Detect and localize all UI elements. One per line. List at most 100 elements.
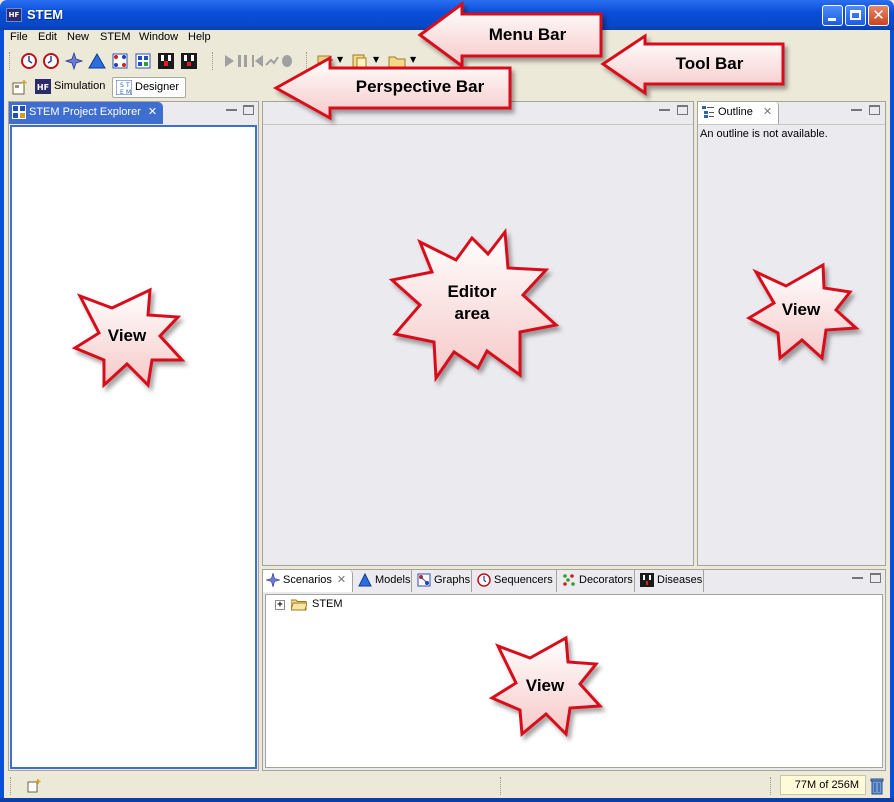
outline-message: An outline is not available. xyxy=(700,128,828,140)
minimize-view-icon[interactable] xyxy=(851,105,862,111)
new-real-time-sequencer-icon[interactable] xyxy=(42,52,60,70)
new-project-icon[interactable] xyxy=(316,52,334,70)
editor-tab-divider xyxy=(263,124,693,125)
outline-view: Outline ✕ An outline is not available. xyxy=(697,101,886,566)
perspective-designer[interactable]: STEM Designer xyxy=(112,77,187,98)
bottom-view-stack: Scenarios ✕ Models Graphs Sequencers Dec… xyxy=(262,569,886,771)
tab-graphs[interactable]: Graphs xyxy=(414,570,472,592)
scenario-star-icon xyxy=(266,573,280,587)
maximize-view-icon[interactable] xyxy=(869,105,880,115)
toolbar-separator xyxy=(212,52,214,70)
close-tab-icon[interactable]: ✕ xyxy=(336,574,347,585)
tab-decorators[interactable]: Decorators xyxy=(559,570,635,592)
outline-title: Outline xyxy=(718,106,753,118)
dropdown-arrow-icon[interactable]: ▼ xyxy=(337,55,343,64)
maximize-view-icon[interactable] xyxy=(243,105,254,115)
left-view-label: View xyxy=(107,326,147,345)
maximize-editor-icon[interactable] xyxy=(677,105,688,115)
menu-help[interactable]: Help xyxy=(188,31,211,43)
close-tab-icon[interactable]: ✕ xyxy=(147,106,158,117)
folder-icon xyxy=(291,599,307,611)
clock-icon xyxy=(477,573,491,587)
perspective-label: Simulation xyxy=(54,80,106,92)
dropdown-arrow-icon[interactable]: ▼ xyxy=(410,55,416,64)
title-bar[interactable]: HF STEM ✕ xyxy=(0,0,894,30)
model-triangle-icon xyxy=(358,573,372,587)
stop-icon[interactable] xyxy=(278,52,296,70)
disease-icon xyxy=(640,573,654,587)
maximize-button[interactable] xyxy=(845,5,866,26)
svg-text:M: M xyxy=(126,89,131,95)
editor-area[interactable] xyxy=(262,101,694,566)
status-grip xyxy=(500,777,502,795)
svg-text:T: T xyxy=(125,82,130,89)
menu-file[interactable]: File xyxy=(10,31,28,43)
window-frame-bottom xyxy=(0,798,894,802)
outline-icon xyxy=(702,106,714,118)
tab-label: Scenarios xyxy=(283,574,332,586)
window-frame-left xyxy=(0,30,4,798)
right-view-label: View xyxy=(781,300,821,319)
new-disease-icon[interactable] xyxy=(180,52,198,70)
project-explorer-content[interactable] xyxy=(10,125,257,769)
status-bar: 77M of 256M xyxy=(4,774,890,798)
window-frame-right xyxy=(890,30,894,798)
svg-text:E: E xyxy=(120,89,124,95)
svg-text:S: S xyxy=(120,82,124,89)
menu-edit[interactable]: Edit xyxy=(38,31,57,43)
minimize-editor-icon[interactable] xyxy=(659,105,670,111)
new-wizard-icon[interactable] xyxy=(351,52,369,70)
tab-label: Decorators xyxy=(579,574,633,586)
tool-bar-callout-label: Tool Bar xyxy=(675,54,744,73)
menu-window[interactable]: Window xyxy=(139,31,178,43)
close-icon: ✕ xyxy=(872,6,885,24)
project-explorer-title: STEM Project Explorer xyxy=(29,106,141,118)
tab-scenarios[interactable]: Scenarios ✕ xyxy=(263,570,353,592)
svg-text:HF: HF xyxy=(37,83,49,92)
tab-diseases[interactable]: Diseases xyxy=(637,570,704,592)
stem-app-icon: HF xyxy=(6,8,22,22)
new-model-icon[interactable] xyxy=(88,52,106,70)
tab-models[interactable]: Models xyxy=(355,570,412,592)
new-sequencer-icon[interactable] xyxy=(20,52,38,70)
new-disease-model-icon[interactable] xyxy=(157,52,175,70)
tree-item-stem[interactable]: STEM xyxy=(312,598,343,610)
minimize-button[interactable] xyxy=(822,5,843,26)
status-grip xyxy=(770,777,772,795)
tab-label: Graphs xyxy=(434,574,471,586)
new-decorator-icon[interactable] xyxy=(134,52,152,70)
toolbar-grip[interactable] xyxy=(9,52,11,70)
project-explorer-view: STEM Project Explorer ✕ xyxy=(8,101,259,771)
perspective-simulation[interactable]: HF Simulation xyxy=(32,77,111,98)
dropdown-arrow-icon[interactable]: ▼ xyxy=(373,55,379,64)
decorator-dots-icon xyxy=(563,574,575,586)
tab-label: Sequencers xyxy=(494,574,553,586)
maximize-view-icon[interactable] xyxy=(870,573,881,583)
menu-stem[interactable]: STEM xyxy=(100,31,131,43)
menu-new[interactable]: New xyxy=(67,31,89,43)
menu-bar-callout-label: Menu Bar xyxy=(488,25,567,44)
tab-project-explorer[interactable]: STEM Project Explorer ✕ xyxy=(9,102,163,124)
tree-expander-icon[interactable]: + xyxy=(275,600,285,610)
open-folder-icon[interactable] xyxy=(388,52,406,70)
minimize-view-icon[interactable] xyxy=(226,105,237,111)
new-scenario-icon[interactable] xyxy=(65,52,83,70)
toolbar-separator xyxy=(306,52,308,70)
open-perspective-icon[interactable] xyxy=(12,79,28,95)
stem-designer-icon: S TE M xyxy=(116,80,132,95)
fast-view-icon[interactable] xyxy=(26,778,42,794)
outline-content: An outline is not available. xyxy=(698,124,885,565)
maximize-icon xyxy=(850,10,861,20)
tab-label: Models xyxy=(375,574,411,586)
window-title: STEM xyxy=(27,7,64,22)
minimize-view-icon[interactable] xyxy=(852,573,863,579)
tab-outline[interactable]: Outline ✕ xyxy=(698,102,779,124)
close-window-button[interactable]: ✕ xyxy=(868,5,889,26)
menu-bar: File Edit New STEM Window Help xyxy=(4,30,890,47)
close-tab-icon[interactable]: ✕ xyxy=(762,106,773,117)
project-explorer-icon xyxy=(12,105,26,119)
trash-icon[interactable] xyxy=(870,777,884,795)
graph-icon xyxy=(417,573,431,587)
tab-sequencers[interactable]: Sequencers xyxy=(474,570,557,592)
new-graph-icon[interactable] xyxy=(111,52,129,70)
